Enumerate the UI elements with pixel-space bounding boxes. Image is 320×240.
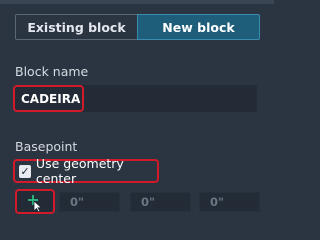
checkbox-checked-icon[interactable]: ✓	[19, 164, 31, 178]
basepoint-label: Basepoint	[15, 139, 78, 154]
basepoint-z-field[interactable]: 0"	[199, 192, 260, 212]
basepoint-y-field[interactable]: 0"	[130, 192, 191, 212]
basepoint-x-field[interactable]: 0"	[59, 192, 120, 212]
block-mode-tabs: Existing block New block	[15, 14, 260, 40]
panel-top-border	[0, 0, 274, 4]
use-geometry-center-checkbox[interactable]: ✓ Use geometry center	[13, 156, 159, 186]
pick-basepoint-button[interactable]	[15, 189, 55, 214]
block-name-input[interactable]	[13, 85, 84, 112]
block-name-label: Block name	[15, 64, 89, 79]
crosshair-pick-icon	[28, 195, 43, 212]
tab-existing-block[interactable]: Existing block	[15, 14, 138, 40]
tab-new-block[interactable]: New block	[137, 14, 260, 40]
use-geometry-center-label: Use geometry center	[35, 156, 124, 186]
